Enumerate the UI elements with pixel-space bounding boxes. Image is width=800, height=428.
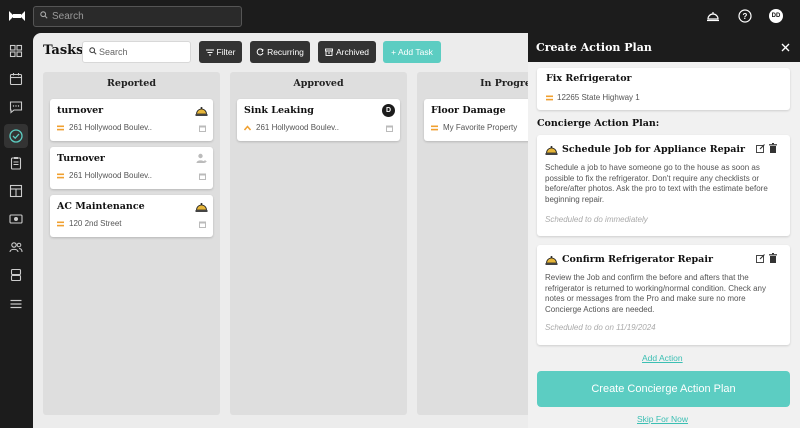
chat-icon[interactable] [9, 100, 23, 114]
column-approved: Approved Sink Leaking D 261 Hollywood Bo… [230, 72, 407, 415]
task-card-title: AC Maintenance [57, 201, 145, 212]
calendar-icon [199, 173, 206, 180]
clipboard-icon[interactable] [9, 156, 23, 170]
column-title: Reported [107, 78, 156, 89]
column-reported: Reported turnover 261 Hollywood Boulev..… [43, 72, 220, 415]
global-search-input-wrapper[interactable] [33, 6, 242, 27]
search-icon [89, 47, 97, 55]
board-icon[interactable] [9, 184, 23, 198]
calendar-icon [386, 125, 393, 132]
action-schedule: Scheduled to do on 11/19/2024 [545, 323, 656, 332]
help-icon[interactable]: ? [738, 9, 752, 23]
priority-high-icon [244, 125, 251, 131]
grid-icon[interactable] [9, 44, 23, 58]
calendar-icon [199, 221, 206, 228]
task-search-wrapper[interactable] [82, 41, 191, 63]
page-title: Tasks [43, 43, 84, 58]
task-card-title: Floor Damage [431, 105, 506, 116]
calendar-icon[interactable] [9, 72, 23, 86]
recurring-button[interactable]: Recurring [250, 41, 310, 63]
concierge-bell-icon [195, 107, 208, 116]
action-title: Confirm Refrigerator Repair [562, 254, 713, 265]
priority-medium-icon [57, 221, 64, 227]
task-card-address: 261 Hollywood Boulev.. [69, 171, 153, 180]
user-avatar[interactable]: DD [769, 9, 783, 23]
task-card-address: 261 Hollywood Boulev.. [256, 123, 340, 132]
edit-icon[interactable] [756, 254, 765, 263]
panel-header: Create Action Plan [528, 33, 800, 62]
logo-icon[interactable] [8, 9, 26, 24]
recurring-button-label: Recurring [267, 47, 304, 57]
people-icon[interactable] [9, 240, 23, 254]
priority-medium-icon [546, 95, 553, 101]
top-bar: ? DD [0, 0, 800, 33]
task-search-input[interactable] [99, 45, 187, 59]
trash-icon[interactable] [769, 143, 777, 153]
trash-icon[interactable] [769, 253, 777, 263]
task-card-title: turnover [57, 105, 104, 116]
task-card-title: Turnover [57, 153, 105, 164]
calendar-icon [199, 125, 206, 132]
concierge-bell-icon [195, 203, 208, 212]
menu-icon[interactable] [9, 297, 23, 311]
priority-medium-icon [57, 173, 64, 179]
selected-task-card: Fix Refrigerator 12265 State Highway 1 [537, 68, 790, 110]
sidebar [0, 33, 33, 428]
tasks-icon[interactable] [9, 129, 23, 143]
task-card-address: 261 Hollywood Boulev.. [69, 123, 153, 132]
selected-task-address: 12265 State Highway 1 [557, 93, 640, 102]
task-card-address: 120 2nd Street [69, 219, 122, 228]
archive-icon [325, 48, 333, 56]
action-title: Schedule Job for Appliance Repair [562, 144, 746, 155]
search-icon [40, 11, 48, 19]
skip-for-now-link[interactable]: Skip For Now [637, 414, 688, 424]
action-description: Schedule a job to have someone go to the… [545, 163, 768, 205]
task-card-address: My Favorite Property [443, 123, 518, 132]
task-card[interactable]: AC Maintenance 120 2nd Street [50, 195, 213, 237]
add-task-button[interactable]: + Add Task [383, 41, 441, 63]
money-icon[interactable] [9, 212, 23, 226]
task-card[interactable]: turnover 261 Hollywood Boulev.. [50, 99, 213, 141]
task-card[interactable]: Sink Leaking D 261 Hollywood Boulev.. [237, 99, 400, 141]
priority-medium-icon [431, 125, 438, 131]
archived-button-label: Archived [335, 47, 370, 57]
action-plan-panel: Create Action Plan Fix Refrigerator 1226… [528, 33, 800, 428]
person-add-icon [196, 153, 207, 163]
add-task-button-label: + Add Task [391, 47, 433, 57]
task-card[interactable]: Turnover 261 Hollywood Boulev.. [50, 147, 213, 189]
filter-button-label: Filter [216, 47, 236, 57]
filter-icon [205, 49, 214, 55]
concierge-bell-icon [545, 256, 558, 265]
add-action-link[interactable]: Add Action [642, 353, 683, 363]
stack-icon[interactable] [9, 268, 23, 282]
action-description: Review the Job and confirm the before an… [545, 273, 766, 315]
global-search-input[interactable] [52, 9, 237, 24]
close-icon[interactable] [781, 43, 790, 52]
action-card: Confirm Refrigerator Repair Review the J… [537, 245, 790, 345]
priority-medium-icon [57, 125, 64, 131]
concierge-bell-icon[interactable] [706, 9, 720, 23]
refresh-icon [256, 48, 264, 56]
assignee-avatar[interactable]: D [382, 104, 395, 117]
concierge-bell-icon [545, 146, 558, 155]
action-card: Schedule Job for Appliance Repair Schedu… [537, 135, 790, 236]
edit-icon[interactable] [756, 144, 765, 153]
action-schedule: Scheduled to do immediately [545, 215, 648, 224]
svg-text:?: ? [743, 12, 748, 21]
selected-task-title: Fix Refrigerator [546, 73, 632, 84]
create-action-plan-button[interactable]: Create Concierge Action Plan [537, 371, 790, 407]
task-card-title: Sink Leaking [244, 105, 314, 116]
column-title: Approved [293, 78, 344, 89]
filter-button[interactable]: Filter [199, 41, 242, 63]
archived-button[interactable]: Archived [318, 41, 376, 63]
section-label: Concierge Action Plan: [537, 118, 660, 129]
panel-title: Create Action Plan [536, 41, 652, 54]
